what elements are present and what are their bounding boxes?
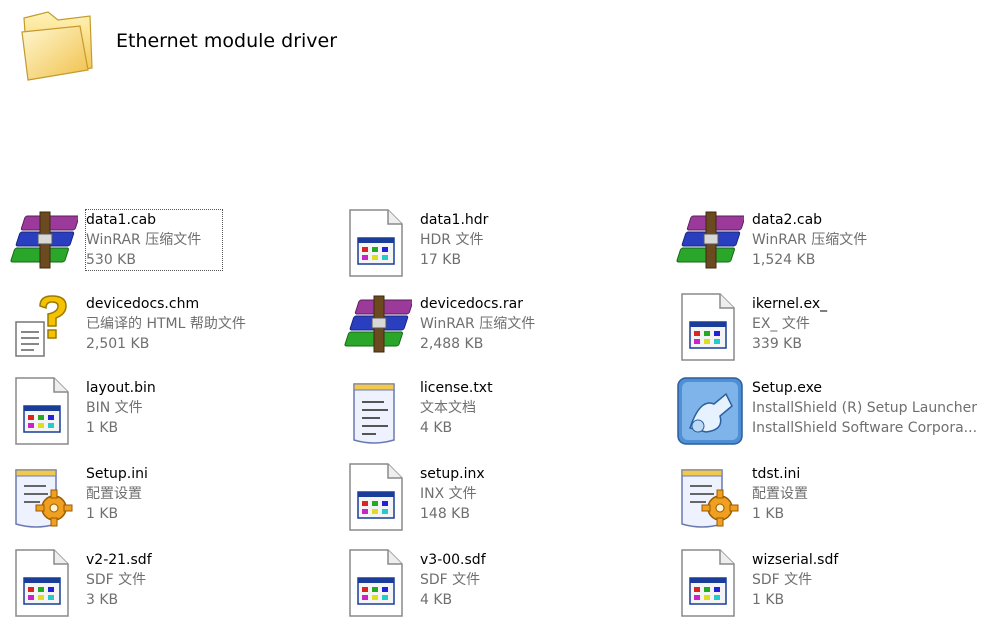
file-item[interactable]: Setup.exe InstallShield (R) Setup Launche…	[676, 376, 992, 460]
file-size: 148 KB	[420, 506, 470, 522]
file-type: SDF 文件	[420, 572, 481, 588]
file-size: 1,524 KB	[752, 252, 816, 268]
file-size: 1 KB	[752, 506, 785, 522]
file-name: v3-00.sdf	[420, 552, 486, 568]
file-label: data1.cab WinRAR 压缩文件 530 KB	[85, 209, 223, 271]
file-label: license.txt 文本文档 4 KB	[420, 378, 660, 438]
file-size: 1 KB	[86, 420, 119, 436]
file-size: 17 KB	[420, 252, 462, 268]
file-label: v3-00.sdf SDF 文件 4 KB	[420, 550, 660, 610]
generic-file-icon	[10, 376, 78, 446]
file-label: v2-21.sdf SDF 文件 3 KB	[86, 550, 326, 610]
file-size: 1 KB	[86, 506, 119, 522]
file-item[interactable]: wizserial.sdf SDF 文件 1 KB	[676, 548, 992, 632]
file-name: layout.bin	[86, 380, 156, 396]
text-document-icon	[344, 376, 412, 446]
file-name: tdst.ini	[752, 466, 801, 482]
help-file-icon	[10, 292, 78, 362]
file-type: SDF 文件	[752, 572, 813, 588]
file-item[interactable]: v2-21.sdf SDF 文件 3 KB	[10, 548, 330, 632]
config-settings-icon	[676, 462, 744, 532]
file-name: setup.inx	[420, 466, 485, 482]
file-name: v2-21.sdf	[86, 552, 152, 568]
file-size: 4 KB	[420, 592, 453, 608]
winrar-archive-icon	[10, 208, 78, 278]
file-grid: data1.cab WinRAR 压缩文件 530 KB data1.hdr HDR …	[0, 0, 992, 622]
winrar-archive-icon	[344, 292, 412, 362]
file-name: devicedocs.chm	[86, 296, 200, 312]
file-item[interactable]: layout.bin BIN 文件 1 KB	[10, 376, 330, 460]
file-item[interactable]: devicedocs.rar WinRAR 压缩文件 2,488 KB	[344, 292, 664, 376]
file-item[interactable]: Setup.ini 配置设置 1 KB	[10, 462, 330, 546]
file-item[interactable]: data1.cab WinRAR 压缩文件 530 KB	[10, 208, 330, 292]
file-type: BIN 文件	[86, 400, 143, 416]
generic-file-icon	[344, 208, 412, 278]
file-size: 1 KB	[752, 592, 785, 608]
file-item[interactable]: data2.cab WinRAR 压缩文件 1,524 KB	[676, 208, 992, 292]
file-size: 339 KB	[752, 336, 802, 352]
file-type: HDR 文件	[420, 232, 484, 248]
file-type: WinRAR 压缩文件	[86, 232, 202, 248]
file-item[interactable]: devicedocs.chm 已编译的 HTML 帮助文件 2,501 KB	[10, 292, 330, 376]
file-size: 2,488 KB	[420, 336, 484, 352]
file-label: Setup.exe InstallShield (R) Setup Launche…	[752, 378, 992, 438]
config-settings-icon	[10, 462, 78, 532]
file-label: devicedocs.rar WinRAR 压缩文件 2,488 KB	[420, 294, 660, 354]
file-label: Setup.ini 配置设置 1 KB	[86, 464, 326, 524]
generic-file-icon	[10, 548, 78, 618]
file-type: EX_ 文件	[752, 316, 810, 332]
file-type: 文本文档	[420, 400, 476, 416]
file-item[interactable]: ikernel.ex_ EX_ 文件 339 KB	[676, 292, 992, 376]
file-type: INX 文件	[420, 486, 477, 502]
file-label: wizserial.sdf SDF 文件 1 KB	[752, 550, 992, 610]
winrar-archive-icon	[676, 208, 744, 278]
file-type: 配置设置	[86, 486, 142, 502]
file-size: 3 KB	[86, 592, 119, 608]
generic-file-icon	[676, 292, 744, 362]
file-label: devicedocs.chm 已编译的 HTML 帮助文件 2,501 KB	[86, 294, 326, 354]
file-name: data1.cab	[86, 212, 157, 228]
file-name: Setup.ini	[86, 466, 148, 482]
file-name: devicedocs.rar	[420, 296, 523, 312]
file-label: ikernel.ex_ EX_ 文件 339 KB	[752, 294, 992, 354]
generic-file-icon	[344, 462, 412, 532]
file-type: WinRAR 压缩文件	[752, 232, 868, 248]
file-label: layout.bin BIN 文件 1 KB	[86, 378, 326, 438]
file-size: InstallShield Software Corpora...	[752, 420, 978, 436]
file-name: ikernel.ex_	[752, 296, 828, 312]
file-type: 已编译的 HTML 帮助文件	[86, 316, 246, 332]
file-type: SDF 文件	[86, 572, 147, 588]
file-item[interactable]: tdst.ini 配置设置 1 KB	[676, 462, 992, 546]
file-label: tdst.ini 配置设置 1 KB	[752, 464, 992, 524]
file-type: 配置设置	[752, 486, 808, 502]
file-type: WinRAR 压缩文件	[420, 316, 536, 332]
file-name: data1.hdr	[420, 212, 489, 228]
file-name: license.txt	[420, 380, 493, 396]
file-item[interactable]: v3-00.sdf SDF 文件 4 KB	[344, 548, 664, 632]
generic-file-icon	[676, 548, 744, 618]
file-label: data2.cab WinRAR 压缩文件 1,524 KB	[752, 210, 992, 270]
generic-file-icon	[344, 548, 412, 618]
file-size: 2,501 KB	[86, 336, 150, 352]
file-name: data2.cab	[752, 212, 823, 228]
file-type: InstallShield (R) Setup Launcher	[752, 400, 977, 416]
installshield-setup-icon	[676, 376, 744, 446]
file-item[interactable]: data1.hdr HDR 文件 17 KB	[344, 208, 664, 292]
file-name: Setup.exe	[752, 380, 823, 396]
file-label: data1.hdr HDR 文件 17 KB	[420, 210, 660, 270]
file-item[interactable]: setup.inx INX 文件 148 KB	[344, 462, 664, 546]
file-name: wizserial.sdf	[752, 552, 839, 568]
file-size: 4 KB	[420, 420, 453, 436]
file-label: setup.inx INX 文件 148 KB	[420, 464, 660, 524]
file-size: 530 KB	[86, 252, 136, 268]
file-item[interactable]: license.txt 文本文档 4 KB	[344, 376, 664, 460]
